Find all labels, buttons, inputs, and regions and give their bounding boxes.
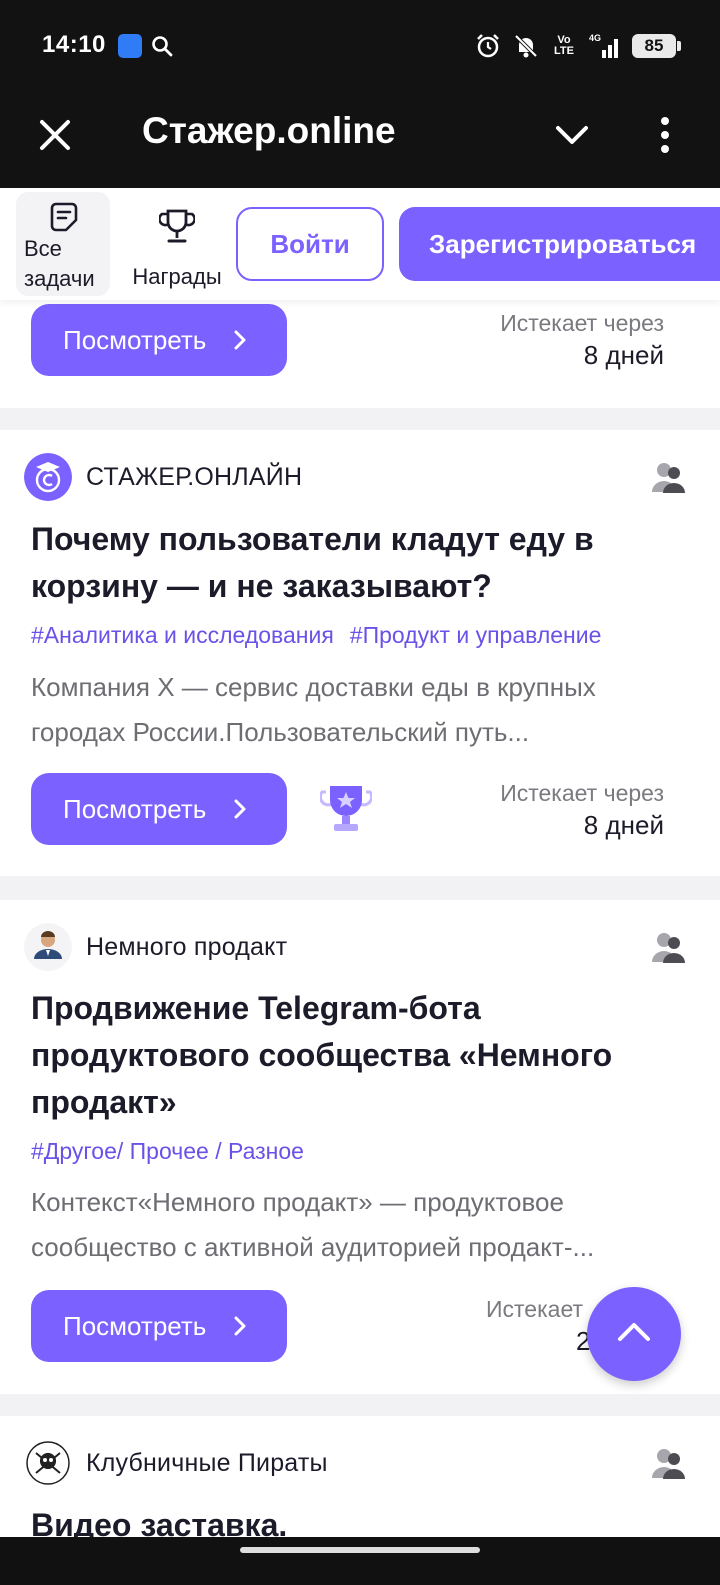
expiry-value: 2 (576, 1326, 591, 1356)
view-button-label: Посмотреть (63, 325, 207, 355)
team-icon (652, 1449, 685, 1479)
expiry-label: Истекает через (500, 780, 664, 806)
home-gesture-handle[interactable] (240, 1547, 480, 1553)
task-description: Контекст«Немного продакт» — продуктовое … (31, 1187, 595, 1262)
org-logo (24, 1439, 72, 1487)
tag[interactable]: #Аналитика и исследования (31, 622, 334, 648)
org-avatar (24, 923, 72, 971)
app-notification-icon (118, 34, 142, 58)
view-button-label: Посмотреть (63, 794, 207, 824)
expiry-value: 8 дней (583, 340, 664, 370)
org-logo (24, 453, 72, 501)
register-button[interactable]: Зарегистрироваться (399, 207, 720, 281)
org-name: Немного продакт (86, 932, 288, 961)
view-button-label: Посмотреть (63, 1311, 207, 1341)
nav-awards-label: Награды (132, 264, 222, 289)
task-card: СТАЖЕР.ОНЛАЙН Почему пользователи кладут… (0, 430, 720, 876)
nav-awards[interactable]: Награды (124, 206, 230, 296)
chevron-right-icon (234, 1316, 246, 1336)
chevron-up-icon (618, 1323, 650, 1341)
battery-indicator: 85 (632, 34, 681, 58)
search-icon (152, 36, 173, 57)
org-row: Немного продакт (24, 922, 287, 972)
tag[interactable]: #Другое/ Прочее / Разное (31, 1138, 304, 1164)
expiry-info: Истекает 2 (486, 1294, 590, 1358)
team-icon (652, 933, 685, 963)
page-title: Стажер.online (142, 110, 396, 151)
system-gesture-bar (0, 1537, 720, 1585)
view-button[interactable]: Посмотреть (31, 1290, 287, 1362)
chevron-right-icon (234, 330, 246, 350)
task-card: Посмотреть Истекает через 8 дней (0, 300, 720, 408)
view-button[interactable]: Посмотреть (31, 773, 287, 845)
tag-list: #Другое/ Прочее / Разное (31, 1138, 304, 1165)
reward-trophy-icon (320, 786, 372, 831)
more-menu-icon[interactable] (648, 114, 682, 156)
expiry-info: Истекает через 8 дней (500, 778, 664, 842)
login-button[interactable]: Войти (236, 207, 384, 281)
expiry-info: Истекает через 8 дней (500, 308, 664, 372)
org-row: СТАЖЕР.ОНЛАЙН (24, 452, 302, 502)
svg-text:4G: 4G (589, 33, 601, 43)
org-name: Клубничные Пираты (86, 1448, 328, 1477)
status-time: 14:10 (42, 31, 106, 58)
status-icons: Vo LTE 4G 85 (474, 30, 681, 62)
chevron-right-icon (234, 799, 246, 819)
nav-all-tasks[interactable]: Все задачи (16, 192, 110, 296)
trophy-icon (159, 209, 195, 243)
nav-all-tasks-label: Все задачи (24, 236, 95, 291)
view-button[interactable]: Посмотреть (31, 304, 287, 376)
task-title[interactable]: Продвижение Telegram-бота продуктового с… (31, 985, 681, 1126)
close-icon[interactable] (34, 114, 76, 156)
org-row: Клубничные Пираты (24, 1438, 328, 1488)
task-description: Компания X — сервис доставки еды в крупн… (31, 672, 596, 747)
org-name: СТАЖЕР.ОНЛАЙН (86, 462, 303, 491)
expiry-label: Истекает через (500, 310, 664, 336)
site-nav-bar: Все задачи Награды Войти Зарегистрироват… (0, 188, 720, 300)
status-bar: 14:10 Vo LTE 4G 85 (0, 0, 720, 92)
scroll-to-top-button[interactable] (587, 1287, 681, 1381)
expiry-value: 8 дней (583, 810, 664, 840)
tag[interactable]: #Продукт и управление (350, 622, 602, 648)
team-icon (652, 463, 685, 493)
chevron-down-icon[interactable] (552, 118, 592, 154)
tasks-icon (50, 202, 78, 232)
mute-icon (514, 34, 538, 58)
alarm-icon (477, 34, 499, 58)
signal-4g-icon: 4G (589, 33, 618, 58)
task-title[interactable]: Почему пользователи кладут еду в корзину… (31, 516, 681, 610)
volte-indicator: Vo LTE (554, 34, 574, 57)
tag-list: #Аналитика и исследования #Продукт и упра… (31, 622, 601, 649)
expiry-label: Истекает (486, 1296, 584, 1322)
browser-title-bar: Стажер.online (0, 92, 720, 188)
